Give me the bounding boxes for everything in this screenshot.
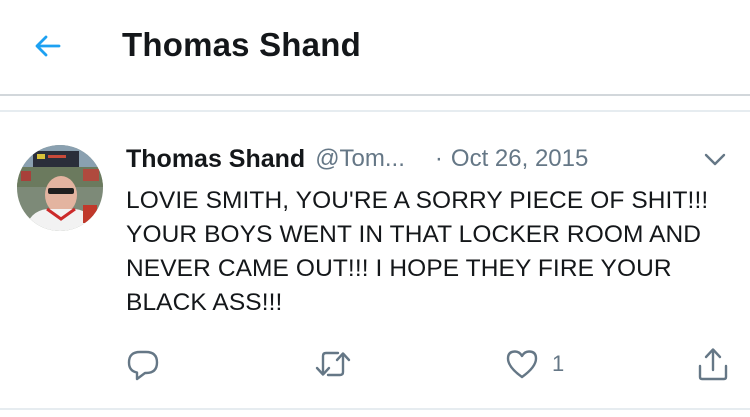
tweet-menu-button[interactable] [702, 147, 728, 173]
retweet-button[interactable] [314, 344, 352, 384]
tweet-date[interactable]: Oct 26, 2015 [451, 145, 588, 173]
page-title: Thomas Shand [122, 26, 361, 63]
reply-icon [127, 350, 159, 381]
like-count: 1 [552, 351, 565, 376]
share-button[interactable] [696, 344, 730, 384]
retweet-icon [315, 351, 351, 377]
top-bar: Thomas Shand [0, 0, 750, 94]
section-gap [0, 96, 750, 110]
tweet-actions: 1 [0, 344, 750, 384]
chevron-down-icon [704, 153, 726, 166]
like-button[interactable]: 1 [505, 344, 564, 384]
arrow-left-icon [35, 35, 61, 57]
user-handle[interactable]: @Tom... [315, 145, 405, 173]
avatar-photo [17, 145, 103, 231]
display-name[interactable]: Thomas Shand [126, 145, 305, 174]
separator-dot: · [434, 145, 443, 172]
heart-icon [506, 350, 538, 379]
tweet-header: Thomas Shand @Tom... · Oct 26, 2015 [126, 140, 736, 178]
reply-button[interactable] [126, 344, 160, 384]
share-icon [698, 348, 728, 381]
bottom-gap [0, 410, 750, 417]
tweet-text: LOVIE SMITH, YOU'RE A SORRY PIECE OF SHI… [126, 187, 709, 316]
avatar[interactable] [17, 145, 103, 231]
back-button[interactable] [22, 22, 74, 70]
tweet[interactable]: Thomas Shand @Tom... · Oct 26, 2015 LOVI… [0, 112, 750, 408]
